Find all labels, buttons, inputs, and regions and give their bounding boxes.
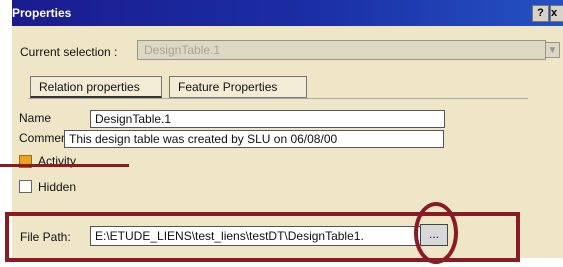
tab-relation-properties[interactable]: Relation properties xyxy=(30,76,162,98)
properties-dialog xyxy=(12,0,563,258)
comment-field[interactable]: This design table was created by SLU on … xyxy=(64,130,444,148)
annotation-line xyxy=(0,164,129,167)
current-selection-combo: DesignTable.1 xyxy=(137,40,546,60)
current-selection-label: Current selection : xyxy=(20,45,118,59)
file-path-field[interactable]: E:\ETUDE_LIENS\test_liens\testDT\DesignT… xyxy=(90,226,428,246)
tab-feature-properties[interactable]: Feature Properties xyxy=(169,76,307,98)
chevron-down-icon: ▼ xyxy=(545,42,560,58)
file-path-label: File Path: xyxy=(20,230,71,244)
hidden-label: Hidden xyxy=(38,180,77,194)
window-title: Properties xyxy=(12,6,72,20)
name-field[interactable]: DesignTable.1 xyxy=(90,110,445,128)
hidden-checkbox[interactable] xyxy=(19,180,32,193)
close-button[interactable]: x xyxy=(550,5,563,22)
title-bar: Properties ? x xyxy=(12,0,563,26)
name-label: Name xyxy=(19,111,52,125)
browse-button[interactable]: ... xyxy=(420,224,448,246)
help-button[interactable]: ? xyxy=(532,5,549,22)
tab-divider xyxy=(28,98,528,99)
background-strip xyxy=(0,0,12,160)
